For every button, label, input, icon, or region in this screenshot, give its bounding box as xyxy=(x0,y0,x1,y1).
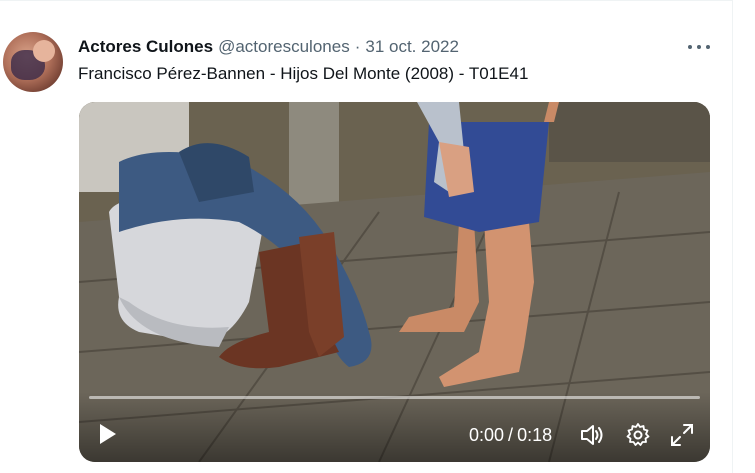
avatar[interactable] xyxy=(3,32,63,92)
header-separator: · xyxy=(354,37,361,56)
video-progress-bar[interactable] xyxy=(89,396,700,399)
tweet-header: Actores Culones @actoresculones · 31 oct… xyxy=(78,37,459,57)
tweet-text: Francisco Pérez-Bannen - Hijos Del Monte… xyxy=(78,64,529,83)
volume-icon[interactable] xyxy=(579,422,605,448)
more-horizontal-icon[interactable] xyxy=(688,41,710,53)
video-time: 0:00/0:18 xyxy=(469,425,552,446)
duration: 0:18 xyxy=(517,425,553,445)
display-name[interactable]: Actores Culones xyxy=(78,37,213,57)
current-time: 0:00 xyxy=(469,425,505,445)
avatar-face xyxy=(33,40,55,62)
tweet-date[interactable]: 31 oct. 2022 xyxy=(365,37,459,57)
video-player[interactable]: 0:00/0:18 xyxy=(79,102,710,462)
time-separator: / xyxy=(508,425,514,445)
play-icon[interactable] xyxy=(95,422,119,446)
fullscreen-icon[interactable] xyxy=(669,422,695,448)
tweet[interactable]: Actores Culones @actoresculones · 31 oct… xyxy=(0,0,733,473)
video-controls-overlay xyxy=(79,392,710,462)
gear-icon[interactable] xyxy=(625,422,651,448)
user-handle[interactable]: @actoresculones xyxy=(218,37,350,57)
